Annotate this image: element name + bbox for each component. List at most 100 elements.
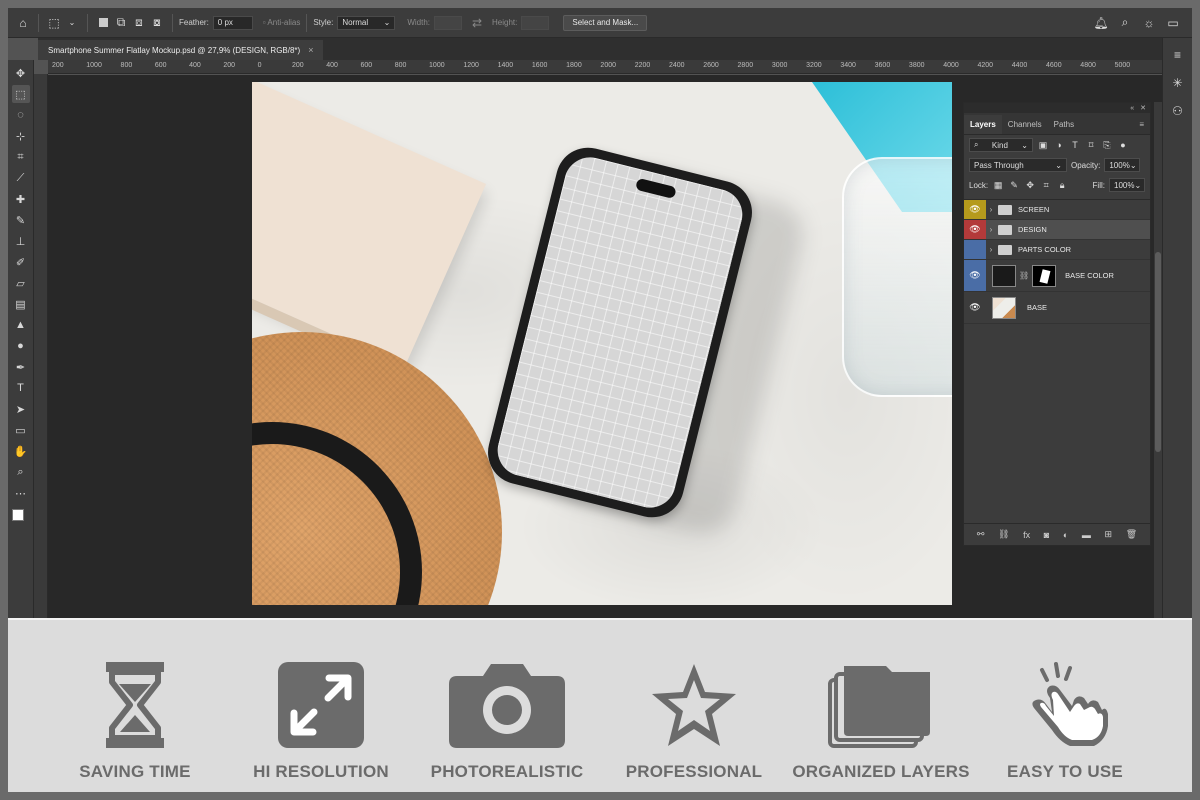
- layer-row-parts-color[interactable]: › PARTS COLOR: [964, 240, 1150, 260]
- add-selection-icon[interactable]: ⧉: [112, 14, 130, 32]
- healing-tool-icon[interactable]: ✚: [12, 190, 30, 208]
- width-input[interactable]: [434, 15, 463, 30]
- swap-icon[interactable]: ⇄: [468, 14, 486, 32]
- tab-layers[interactable]: Layers: [964, 115, 1002, 134]
- close-icon[interactable]: ×: [308, 45, 313, 55]
- document-tab-bar: Smartphone Summer Flatlay Mockup.psd @ 2…: [38, 38, 1162, 60]
- style-select[interactable]: Normal ⌄: [337, 15, 396, 30]
- opacity-input[interactable]: 100% ⌄: [1104, 158, 1141, 172]
- foreground-color[interactable]: [11, 509, 24, 521]
- subtract-selection-icon[interactable]: ⧈: [130, 14, 148, 32]
- add-mask-icon[interactable]: ◙: [1044, 530, 1049, 540]
- layer-row-base[interactable]: 👁︎ BASE: [964, 292, 1150, 324]
- shape-tool-icon[interactable]: ▭: [12, 421, 30, 439]
- visibility-toggle-empty[interactable]: [964, 240, 986, 259]
- fx-icon[interactable]: fx: [1023, 530, 1030, 540]
- opacity-label: Opacity:: [1071, 160, 1101, 170]
- fill-input[interactable]: 100% ⌄: [1109, 178, 1145, 192]
- chevron-right-icon[interactable]: ›: [986, 225, 996, 234]
- home-icon[interactable]: ⌂: [14, 14, 32, 32]
- lock-all-icon[interactable]: 🔒︎: [1056, 179, 1068, 191]
- adjustment-filter-icon[interactable]: ◑: [1053, 139, 1065, 151]
- bell-icon[interactable]: 🔔︎: [1092, 14, 1110, 32]
- ruler-tick-label: 200: [223, 62, 236, 69]
- anti-alias-checkbox[interactable]: ▫ Anti-alias: [263, 18, 301, 27]
- zoom-tool-icon[interactable]: ⌕: [12, 463, 30, 481]
- panel-menu-icon[interactable]: ≡: [1133, 120, 1150, 134]
- type-filter-icon[interactable]: T: [1069, 139, 1081, 151]
- tab-channels[interactable]: Channels: [1002, 115, 1048, 134]
- lock-transparent-icon[interactable]: ▦: [992, 179, 1004, 191]
- adjustment-layer-icon[interactable]: ◐: [1063, 530, 1068, 540]
- pen-tool-icon[interactable]: ✒: [12, 358, 30, 376]
- crop-tool-icon[interactable]: ⌗: [12, 148, 30, 166]
- intersect-selection-icon[interactable]: ⧇: [148, 14, 166, 32]
- kind-filter-select[interactable]: ⌕ Kind ⌄: [969, 138, 1033, 152]
- new-group-icon[interactable]: ▬: [1082, 530, 1091, 540]
- eraser-tool-icon[interactable]: ▱: [12, 274, 30, 292]
- panel-menu-icon[interactable]: ≡: [1169, 46, 1187, 64]
- hand-tool-icon[interactable]: ✋: [12, 442, 30, 460]
- new-selection-icon[interactable]: [94, 14, 112, 32]
- document-tab[interactable]: Smartphone Summer Flatlay Mockup.psd @ 2…: [38, 40, 324, 60]
- chevron-down-icon[interactable]: ⌄: [63, 14, 81, 32]
- height-input[interactable]: [521, 15, 550, 30]
- shape-filter-icon[interactable]: ⌑: [1085, 139, 1097, 151]
- move-tool-icon[interactable]: ✥: [12, 64, 30, 82]
- link-layers-icon[interactable]: ⚯: [977, 529, 985, 540]
- marquee-tool-icon[interactable]: ⬚: [45, 14, 63, 32]
- visibility-eye-icon[interactable]: 👁︎: [964, 260, 986, 291]
- layer-row-design[interactable]: 👁︎ › DESIGN: [964, 220, 1150, 240]
- blend-mode-select[interactable]: Pass Through ⌄: [969, 158, 1067, 172]
- lock-position-icon[interactable]: ✥: [1024, 179, 1036, 191]
- close-icon[interactable]: ✕: [1140, 104, 1146, 112]
- adjustments-icon[interactable]: ⚇: [1169, 102, 1187, 120]
- layer-row-screen[interactable]: 👁︎ › SCREEN: [964, 200, 1150, 220]
- quick-select-tool-icon[interactable]: ⊹: [12, 127, 30, 145]
- blur-tool-icon[interactable]: ▲: [12, 316, 30, 334]
- layer-mask-thumbnail[interactable]: [1032, 264, 1057, 287]
- properties-icon[interactable]: ✳: [1169, 74, 1187, 92]
- layer-row-base-color[interactable]: 👁︎ ⛓︎ BASE COLOR: [964, 260, 1150, 292]
- search-icon[interactable]: ⌕: [1116, 14, 1134, 32]
- feather-input[interactable]: 0 px: [212, 15, 253, 30]
- collapse-icon[interactable]: «: [1130, 105, 1134, 112]
- document-canvas[interactable]: [252, 82, 952, 605]
- type-tool-icon[interactable]: T: [12, 379, 30, 397]
- ruler-tick-label: 5000: [1114, 62, 1131, 69]
- layer-name: BASE: [1027, 303, 1048, 312]
- feature-saving-time: SAVING TIME: [45, 660, 225, 782]
- clone-stamp-tool-icon[interactable]: ⊥: [12, 232, 30, 250]
- kind-label: Kind: [991, 140, 1008, 150]
- chevron-down-icon: ⌄: [383, 18, 391, 27]
- lightbulb-icon[interactable]: ☼: [1140, 14, 1158, 32]
- filter-toggle-icon[interactable]: ●: [1117, 139, 1129, 151]
- eyedropper-tool-icon[interactable]: ⟋: [12, 169, 30, 187]
- smart-object-filter-icon[interactable]: ⎘: [1101, 139, 1113, 151]
- visibility-eye-icon[interactable]: 👁︎: [964, 200, 986, 219]
- pixel-filter-icon[interactable]: ▣: [1037, 139, 1049, 151]
- brush-tool-icon[interactable]: ✎: [12, 211, 30, 229]
- scrollbar-thumb[interactable]: [1155, 252, 1161, 452]
- trash-icon[interactable]: 🗑︎: [1126, 529, 1137, 540]
- color-swatch[interactable]: [11, 509, 30, 531]
- chevron-right-icon[interactable]: ›: [986, 245, 996, 254]
- visibility-eye-icon[interactable]: 👁︎: [964, 292, 986, 323]
- tab-paths[interactable]: Paths: [1048, 115, 1080, 134]
- dodge-tool-icon[interactable]: ●: [12, 337, 30, 355]
- visibility-eye-icon[interactable]: 👁︎: [964, 220, 986, 239]
- vertical-scrollbar[interactable]: [1154, 102, 1162, 622]
- lock-image-icon[interactable]: ✎: [1008, 179, 1020, 191]
- workspace-icon[interactable]: ▭: [1164, 14, 1182, 32]
- gradient-tool-icon[interactable]: ▤: [12, 295, 30, 313]
- path-select-tool-icon[interactable]: ➤: [12, 400, 30, 418]
- artboard-lock-icon[interactable]: ⌗: [1040, 179, 1052, 191]
- chain-icon[interactable]: ⛓︎: [998, 529, 1009, 540]
- chevron-right-icon[interactable]: ›: [986, 205, 996, 214]
- new-layer-icon[interactable]: ⊞: [1105, 529, 1113, 540]
- more-tools-icon[interactable]: ⋯: [12, 484, 30, 502]
- lasso-tool-icon[interactable]: ◌: [12, 106, 30, 124]
- marquee-tool-icon[interactable]: ⬚: [11, 85, 30, 103]
- history-brush-tool-icon[interactable]: ✐: [12, 253, 30, 271]
- select-and-mask-button[interactable]: Select and Mask...: [563, 14, 648, 31]
